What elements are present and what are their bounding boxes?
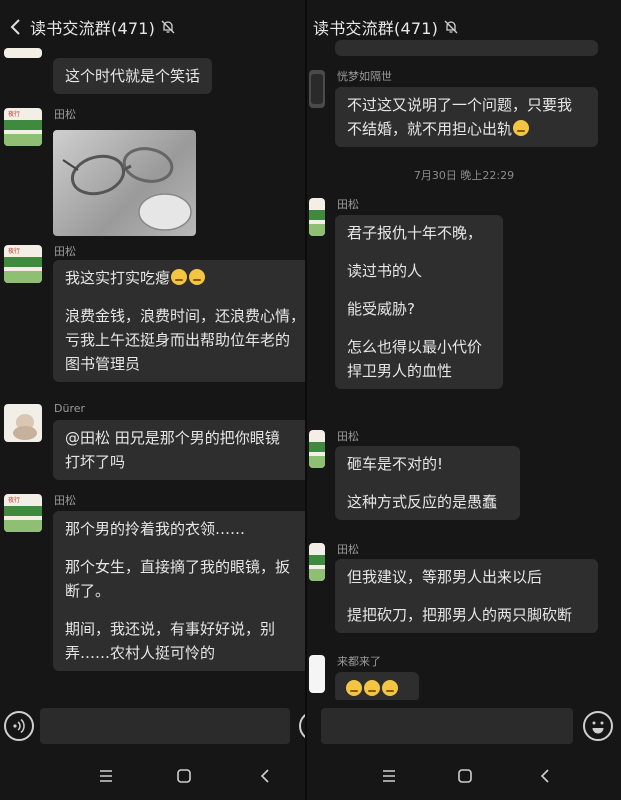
avatar[interactable] — [309, 655, 325, 693]
message-text: 君子报仇十年不晚， — [347, 224, 483, 242]
embarrassed-emoji-icon — [382, 680, 398, 696]
message-text: 不结婚，就不用担心出轨 — [347, 120, 513, 138]
message-bubble[interactable] — [335, 40, 598, 56]
back-nav-icon[interactable] — [535, 766, 555, 786]
avatar[interactable] — [4, 48, 42, 58]
message-text: 打坏了吗 — [65, 453, 126, 471]
avatar[interactable] — [309, 543, 325, 581]
avatar[interactable]: 夜行 — [4, 108, 42, 146]
voice-icon[interactable] — [4, 711, 34, 741]
home-icon[interactable] — [174, 766, 194, 786]
crying-emoji-icon — [171, 269, 188, 285]
system-nav-bar — [307, 752, 621, 800]
timestamp: 7月30日 晚上22:29 — [413, 169, 515, 182]
right-chat-pane: 读书交流群(471) 恍梦如隔世 不过这又说明了一个问题，只要我 不结婚，就不用… — [307, 0, 621, 800]
message-input[interactable] — [40, 708, 290, 744]
sender-name: 恍梦如隔世 — [337, 70, 392, 83]
message-text: 期间，我还说，有事好好说，别 — [65, 620, 276, 638]
message-text: 不过这又说明了一个问题，只要我 — [347, 96, 573, 114]
message-text: 断了。 — [65, 582, 111, 600]
message-bubble[interactable] — [335, 672, 419, 702]
message-bubble[interactable]: 我这实打实吃瘪 浪费金钱，浪费时间，还浪费心情， 亏我上午还挺身而出帮助位年老的… — [53, 260, 305, 382]
chat-header: 读书交流群(471) — [0, 0, 305, 54]
message-text: 能受威胁? — [347, 300, 415, 318]
sender-name: 田松 — [54, 245, 76, 258]
input-bar — [307, 700, 621, 752]
avatar[interactable]: 夜行 — [4, 494, 42, 532]
system-nav-bar — [0, 752, 305, 800]
message-text: @田松 田兄是那个男的把你眼镜 — [65, 429, 280, 447]
avatar[interactable]: 夜行 — [4, 245, 42, 283]
mute-bell-icon — [444, 20, 458, 34]
split-screen: 读书交流群(471) 这个时代就是个笑话 夜行 田松 夜行 田松 我这实打实吃瘪… — [0, 0, 621, 800]
sender-name: 来都来了 — [337, 655, 381, 668]
mute-bell-icon — [161, 20, 175, 34]
avatar[interactable] — [309, 70, 325, 108]
embarrassed-emoji-icon — [364, 680, 380, 696]
back-nav-icon[interactable] — [255, 766, 275, 786]
sender-name: 田松 — [54, 108, 76, 121]
message-bubble[interactable]: 君子报仇十年不晚， 读过书的人 能受威胁? 怎么也得以最小代价 捍卫男人的血性 — [335, 215, 503, 389]
message-bubble[interactable]: 那个男的拎着我的衣领…… 那个女生，直接摘了我的眼镜，扳 断了。 期间，我还说，… — [53, 511, 305, 671]
message-text: 砸车是不对的! — [347, 455, 444, 473]
chat-title[interactable]: 读书交流群(471) — [30, 15, 155, 39]
avatar[interactable] — [309, 430, 325, 468]
message-text: 弄……农村人挺可怜的 — [65, 644, 216, 662]
message-bubble[interactable]: @田松 田兄是那个男的把你眼镜 打坏了吗 — [53, 420, 305, 480]
message-text: 那个女生，直接摘了我的眼镜，扳 — [65, 558, 291, 576]
message-text: 提把砍刀，把那男人的两只脚砍断 — [347, 606, 573, 624]
message-text: 亏我上午还挺身而出帮助位年老的 — [65, 331, 291, 349]
message-text: 捍卫男人的血性 — [347, 362, 453, 380]
back-icon[interactable] — [2, 13, 30, 41]
sender-name: 田松 — [54, 494, 76, 507]
message-text: 这种方式反应的是愚蠢 — [347, 493, 498, 511]
sender-name: 田松 — [337, 430, 359, 443]
message-bubble[interactable]: 不过这又说明了一个问题，只要我 不结婚，就不用担心出轨 — [335, 87, 598, 147]
avatar[interactable] — [4, 404, 42, 442]
left-chat-pane: 读书交流群(471) 这个时代就是个笑话 夜行 田松 夜行 田松 我这实打实吃瘪… — [0, 0, 305, 800]
message-input[interactable] — [321, 708, 573, 744]
sender-name: 田松 — [337, 543, 359, 556]
embarrassed-emoji-icon — [513, 120, 530, 136]
chat-title[interactable]: 读书交流群(471) — [313, 15, 438, 39]
message-bubble[interactable]: 但我建议，等那男人出来以后 提把砍刀，把那男人的两只脚砍断 — [335, 559, 598, 633]
message-text: 这个时代就是个笑话 — [65, 67, 201, 85]
menu-icon[interactable] — [96, 766, 116, 786]
message-text: 但我建议，等那男人出来以后 — [347, 568, 543, 586]
home-icon[interactable] — [455, 766, 475, 786]
glasses-photo[interactable] — [53, 130, 196, 236]
message-text: 图书管理员 — [65, 355, 141, 373]
input-bar — [0, 700, 305, 752]
menu-icon[interactable] — [379, 766, 399, 786]
message-text: 读过书的人 — [347, 262, 423, 280]
sender-name: 田松 — [337, 198, 359, 211]
embarrassed-emoji-icon — [346, 680, 362, 696]
avatar[interactable] — [309, 198, 325, 236]
message-text: 浪费金钱，浪费时间，还浪费心情， — [65, 307, 305, 325]
sender-name: Dürer — [54, 402, 86, 415]
message-bubble[interactable]: 这个时代就是个笑话 — [53, 58, 213, 94]
message-text: 那个男的拎着我的衣领…… — [65, 520, 246, 538]
crying-emoji-icon — [189, 269, 206, 285]
emoji-button-icon[interactable] — [583, 711, 613, 741]
message-text: 我这实打实吃瘪 — [65, 269, 171, 287]
message-bubble[interactable]: 砸车是不对的! 这种方式反应的是愚蠢 — [335, 446, 520, 520]
message-text: 怎么也得以最小代价 — [347, 338, 483, 356]
